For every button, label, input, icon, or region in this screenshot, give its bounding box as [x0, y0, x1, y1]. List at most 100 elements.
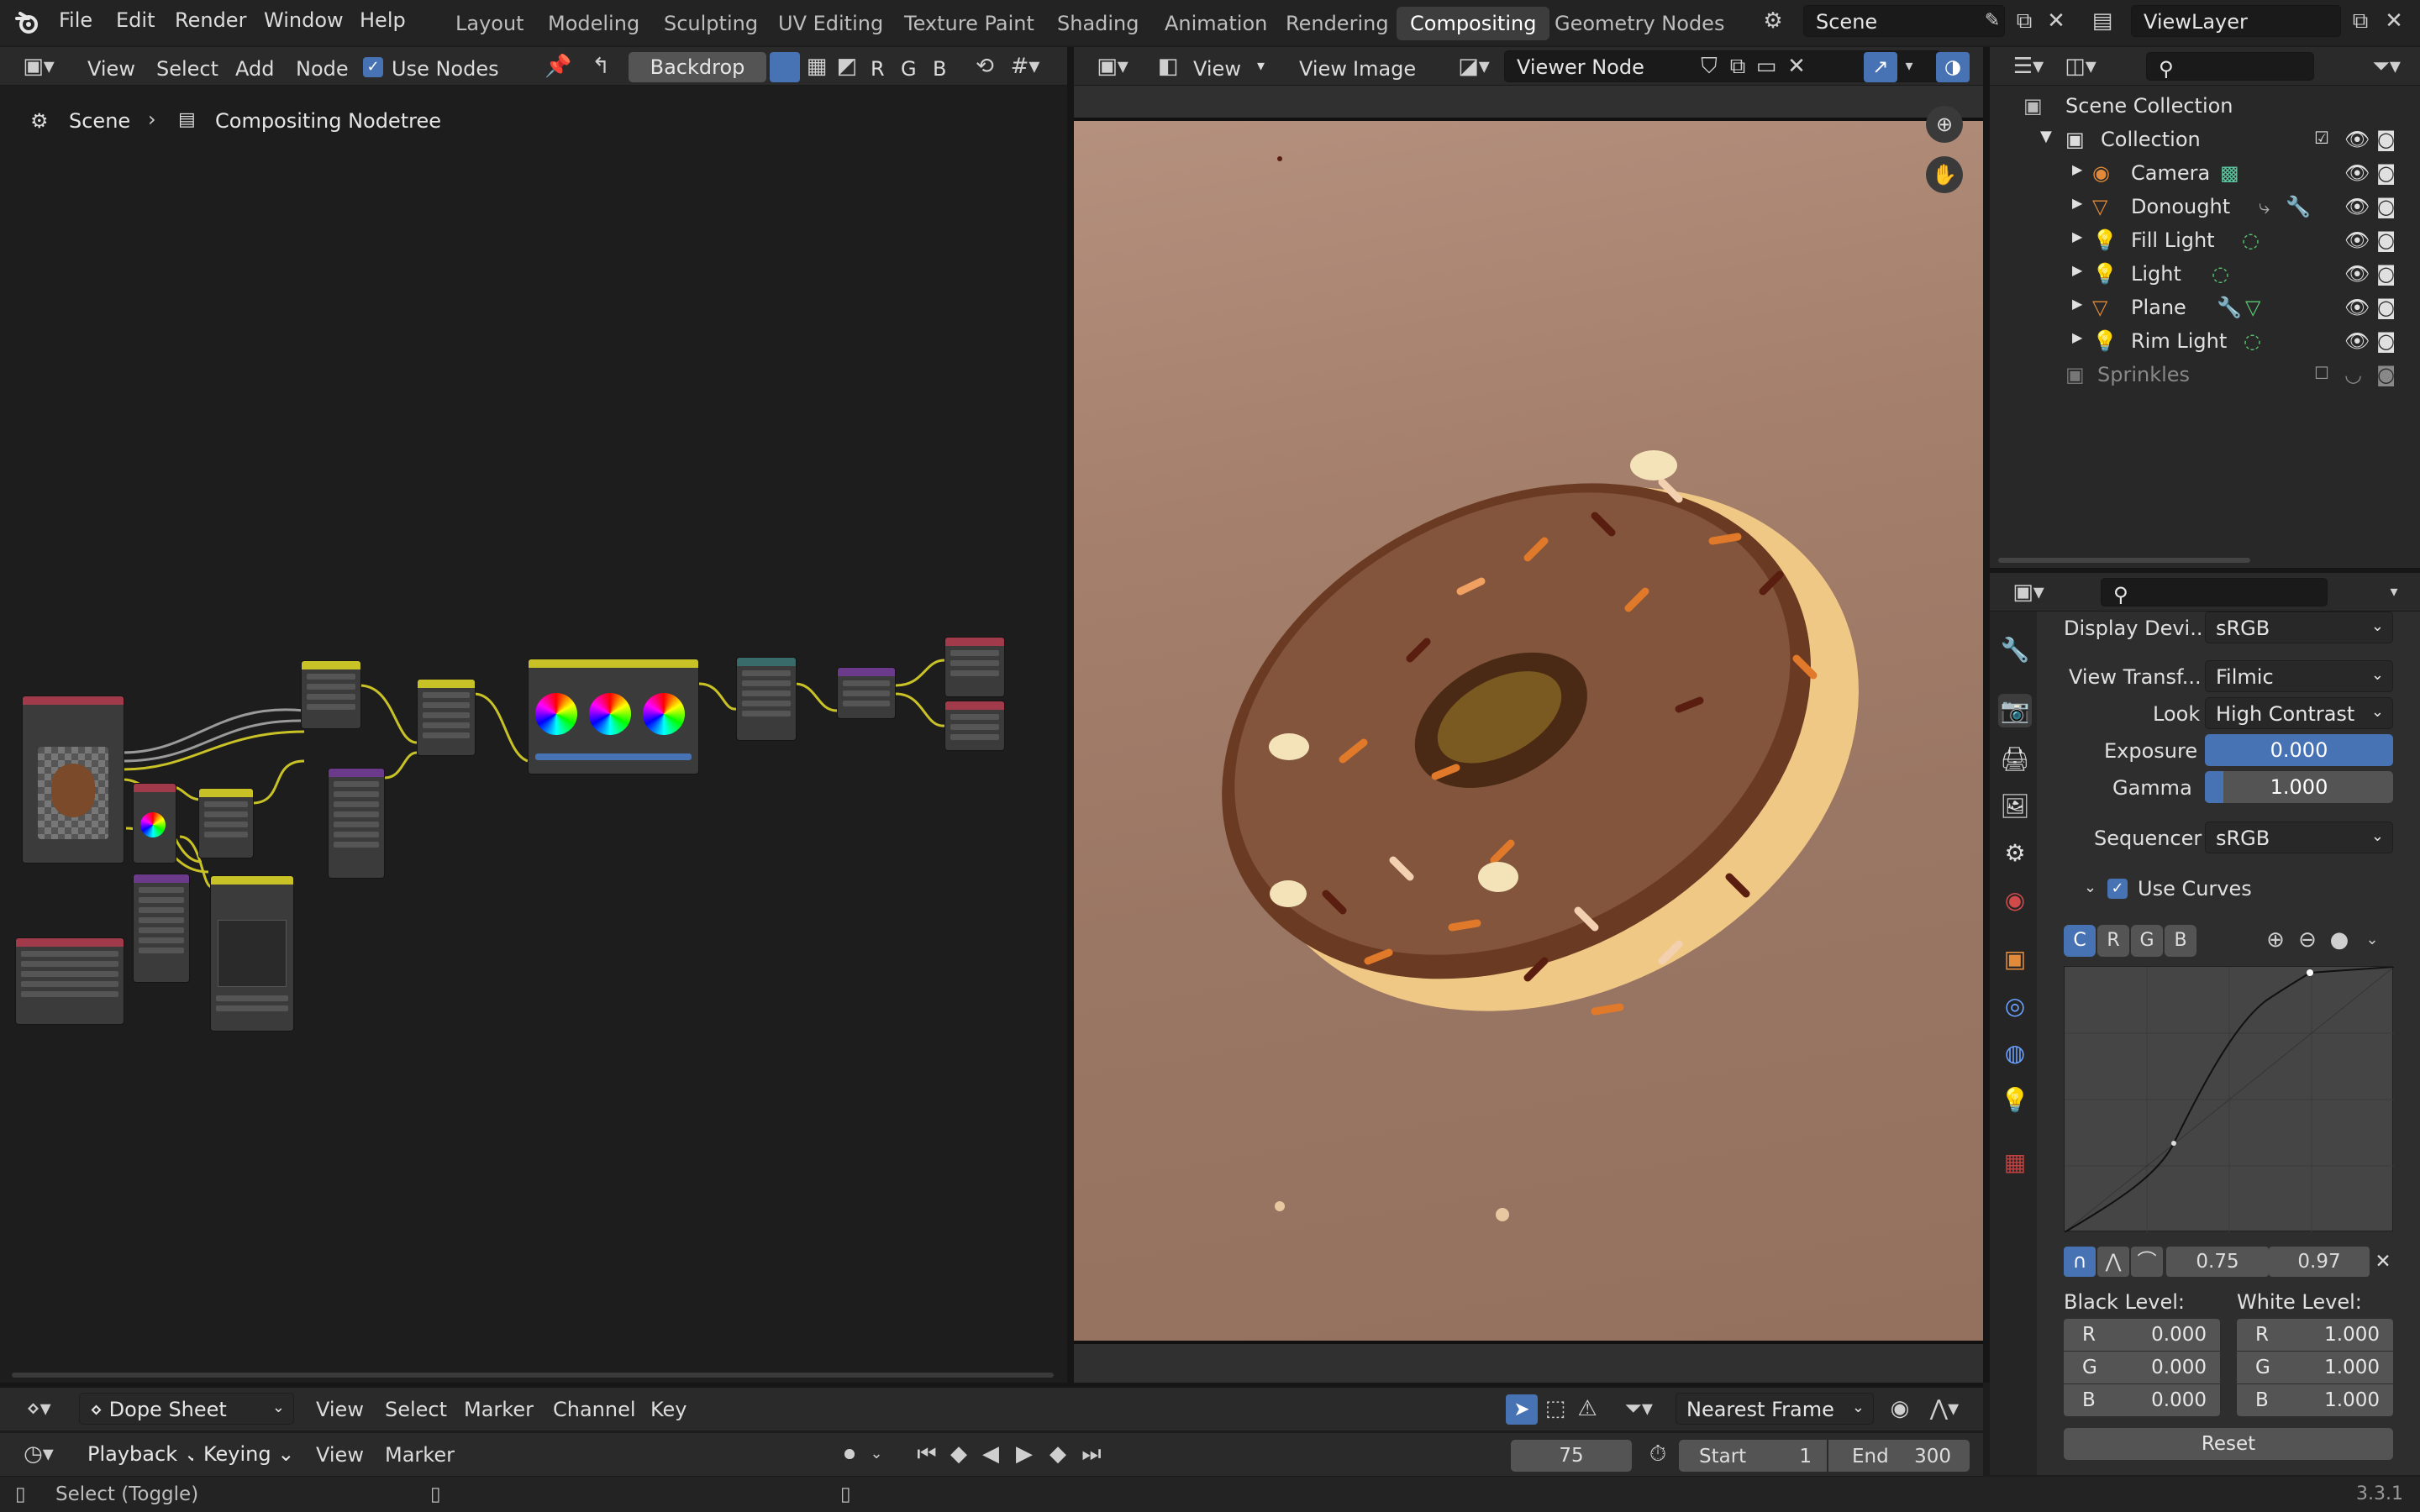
- playback-menu[interactable]: Playback ⌄: [77, 1438, 201, 1470]
- mix-node-2[interactable]: [417, 679, 476, 756]
- view-layer-selector[interactable]: ViewLayer: [2131, 5, 2341, 37]
- world-properties-icon[interactable]: ◉: [1998, 884, 2032, 917]
- jump-start-icon[interactable]: ⏮: [913, 1441, 941, 1467]
- reset-button[interactable]: Reset: [2064, 1428, 2393, 1460]
- proportional-edit-icon[interactable]: ◉: [1886, 1396, 1914, 1421]
- image-browse-icon[interactable]: ◪▾: [1450, 54, 1497, 79]
- chevron-right-icon[interactable]: ▶: [2072, 161, 2082, 177]
- image-menu-view[interactable]: View: [1299, 57, 1347, 81]
- blender-logo-icon[interactable]: [13, 8, 42, 37]
- physics-properties-icon[interactable]: ◎: [1998, 990, 2032, 1023]
- workspace-tab-compositing[interactable]: Compositing: [1397, 7, 1550, 40]
- overlay-toggle-icon[interactable]: ◑: [1936, 52, 1970, 82]
- end-frame-field[interactable]: End 300: [1828, 1440, 1970, 1472]
- eye-icon[interactable]: 👁: [2344, 128, 2370, 151]
- workspace-tab-geometry-nodes[interactable]: Geometry Nodes: [1541, 7, 1738, 40]
- jump-keyframe-forward-icon[interactable]: ◆: [1044, 1441, 1072, 1467]
- viewer-node[interactable]: [944, 637, 1005, 697]
- current-frame-field[interactable]: 75: [1511, 1440, 1632, 1472]
- pin-icon[interactable]: 📌: [544, 54, 571, 79]
- alpha-over-node[interactable]: [301, 660, 361, 729]
- black-level-b-field[interactable]: B 0.000: [2064, 1384, 2220, 1416]
- properties-search-input[interactable]: ⚲: [2101, 578, 2328, 606]
- keying-menu[interactable]: Keying ⌄: [193, 1438, 301, 1470]
- area-divider[interactable]: [1067, 47, 1074, 1383]
- dopesheet-mode-dropdown[interactable]: ⋄ Dope Sheet ⌄: [79, 1393, 294, 1425]
- image-editor[interactable]: ▣▾ ◧ View ▾ View Image ◪▾ Viewer Node ⛉ …: [1074, 47, 1983, 1383]
- workspace-tab-sculpting[interactable]: Sculpting: [650, 7, 771, 40]
- menu-help[interactable]: Help: [360, 8, 406, 32]
- new-scene-icon[interactable]: ⧉: [2012, 8, 2037, 34]
- dopesheet-menu-channel[interactable]: Channel: [553, 1398, 636, 1421]
- view-transform-dropdown[interactable]: Filmic ⌄: [2205, 660, 2393, 692]
- channel-g[interactable]: G: [901, 57, 917, 81]
- glare-node[interactable]: [837, 667, 896, 719]
- render-properties-icon[interactable]: 📷: [1998, 694, 2032, 727]
- start-frame-field[interactable]: Start 1: [1679, 1440, 1827, 1472]
- eye-icon[interactable]: 👁: [2344, 228, 2370, 252]
- editor-type-icon[interactable]: ☰▾: [2005, 54, 2052, 79]
- delete-scene-icon[interactable]: ✕: [2044, 8, 2069, 34]
- outliner-row-scene-collection[interactable]: ▣ Scene Collection: [1991, 89, 2420, 123]
- workspace-tab-texture-paint[interactable]: Texture Paint: [891, 7, 1048, 40]
- hidden-icon[interactable]: ⬚: [1541, 1396, 1570, 1421]
- light-properties-icon[interactable]: 💡: [1998, 1084, 2032, 1117]
- node-menu-view[interactable]: View: [87, 57, 135, 81]
- eye-icon[interactable]: 👁: [2344, 262, 2370, 286]
- outliner-row-collection[interactable]: ▼ ▣ Collection ☑ 👁 ◙: [1991, 123, 2420, 156]
- view-layer-icon[interactable]: ▤: [2087, 8, 2118, 34]
- black-level-g-field[interactable]: G 0.000: [2064, 1352, 2220, 1383]
- chevron-right-icon[interactable]: ▶: [2072, 195, 2082, 211]
- image-view-mode-icon[interactable]: ◧: [1155, 54, 1181, 79]
- checkbox-checked-icon[interactable]: ☑: [2314, 128, 2329, 148]
- render-layers-node[interactable]: [22, 696, 124, 864]
- outliner-row-plane[interactable]: ▶ ▽ Plane 🔧 ▽ 👁 ◙: [1991, 291, 2420, 324]
- outliner-scrollbar[interactable]: [1998, 558, 2250, 563]
- display-device-dropdown[interactable]: sRGB ⌄: [2205, 612, 2393, 643]
- snap-grid-icon[interactable]: #▾: [1005, 54, 1045, 79]
- curve-tab-g[interactable]: G: [2131, 925, 2163, 957]
- outliner-row-donought[interactable]: ▶ ▽ Donought ⤷ 🔧 👁 ◙: [1991, 190, 2420, 223]
- chevron-right-icon[interactable]: ▶: [2072, 262, 2082, 278]
- breadcrumb-scene[interactable]: Scene: [69, 109, 130, 133]
- curve-point-x-field[interactable]: 0.75: [2166, 1247, 2269, 1277]
- curve-settings-icon[interactable]: ●: [2326, 927, 2353, 953]
- outliner-row-sprinkles[interactable]: ▣ Sprinkles ☐ ◡ ◙: [1991, 358, 2420, 391]
- filter-icon[interactable]: ⏷▾: [1613, 1396, 1664, 1421]
- zoom-out-icon[interactable]: ⊖: [2294, 927, 2321, 953]
- exposure-slider[interactable]: 0.000: [2205, 734, 2393, 766]
- area-divider[interactable]: [1983, 47, 1990, 1383]
- open-image-icon[interactable]: ▭: [1753, 54, 1780, 79]
- workspace-tab-rendering[interactable]: Rendering: [1272, 7, 1402, 40]
- camera-render-icon[interactable]: ◙: [2376, 195, 2396, 218]
- eye-icon[interactable]: 👁: [2344, 195, 2370, 218]
- snap-mode-dropdown[interactable]: Nearest Frame ⌄: [1676, 1393, 1874, 1425]
- view-layer-properties-icon[interactable]: 🖼: [1998, 790, 2032, 823]
- use-curves-checkbox[interactable]: ✓: [2107, 879, 2128, 899]
- backdrop-alpha-icon[interactable]: ◩: [834, 54, 860, 79]
- editor-type-icon[interactable]: ▣▾: [15, 54, 62, 79]
- workspace-tab-layout[interactable]: Layout: [442, 7, 538, 40]
- parent-tree-icon[interactable]: ↰: [588, 54, 613, 79]
- object-properties-icon[interactable]: ▣: [1998, 942, 2032, 976]
- chevron-right-icon[interactable]: ▶: [2072, 228, 2082, 244]
- only-errors-icon[interactable]: ⚠: [1573, 1396, 1602, 1421]
- node-editor[interactable]: ▣▾ View Select Add Node ✓ Use Nodes 📌 ↰ …: [0, 47, 1067, 1383]
- menu-window[interactable]: Window: [264, 8, 344, 32]
- dopesheet-menu-view[interactable]: View: [316, 1398, 364, 1421]
- play-icon[interactable]: ▶: [1010, 1441, 1039, 1467]
- color-balance-node[interactable]: [528, 659, 699, 774]
- filter-icon[interactable]: ⏷▾: [2363, 54, 2410, 79]
- mix-node[interactable]: [198, 788, 254, 858]
- delete-view-layer-icon[interactable]: ✕: [2381, 8, 2407, 34]
- snap-icon[interactable]: ⟲: [971, 54, 998, 79]
- eye-icon[interactable]: 👁: [2344, 296, 2370, 319]
- rgb-curves-node[interactable]: [210, 875, 294, 1032]
- delete-point-icon[interactable]: ✕: [2371, 1247, 2395, 1277]
- workspace-tab-uv-editing[interactable]: UV Editing: [765, 7, 897, 40]
- look-dropdown[interactable]: High Contrast ⌄: [2205, 697, 2393, 729]
- workspace-tab-animation[interactable]: Animation: [1151, 7, 1281, 40]
- scene-icon[interactable]: ⚙: [1758, 8, 1788, 34]
- menu-render[interactable]: Render: [175, 8, 246, 32]
- editor-type-icon[interactable]: ▣▾: [1089, 54, 1136, 79]
